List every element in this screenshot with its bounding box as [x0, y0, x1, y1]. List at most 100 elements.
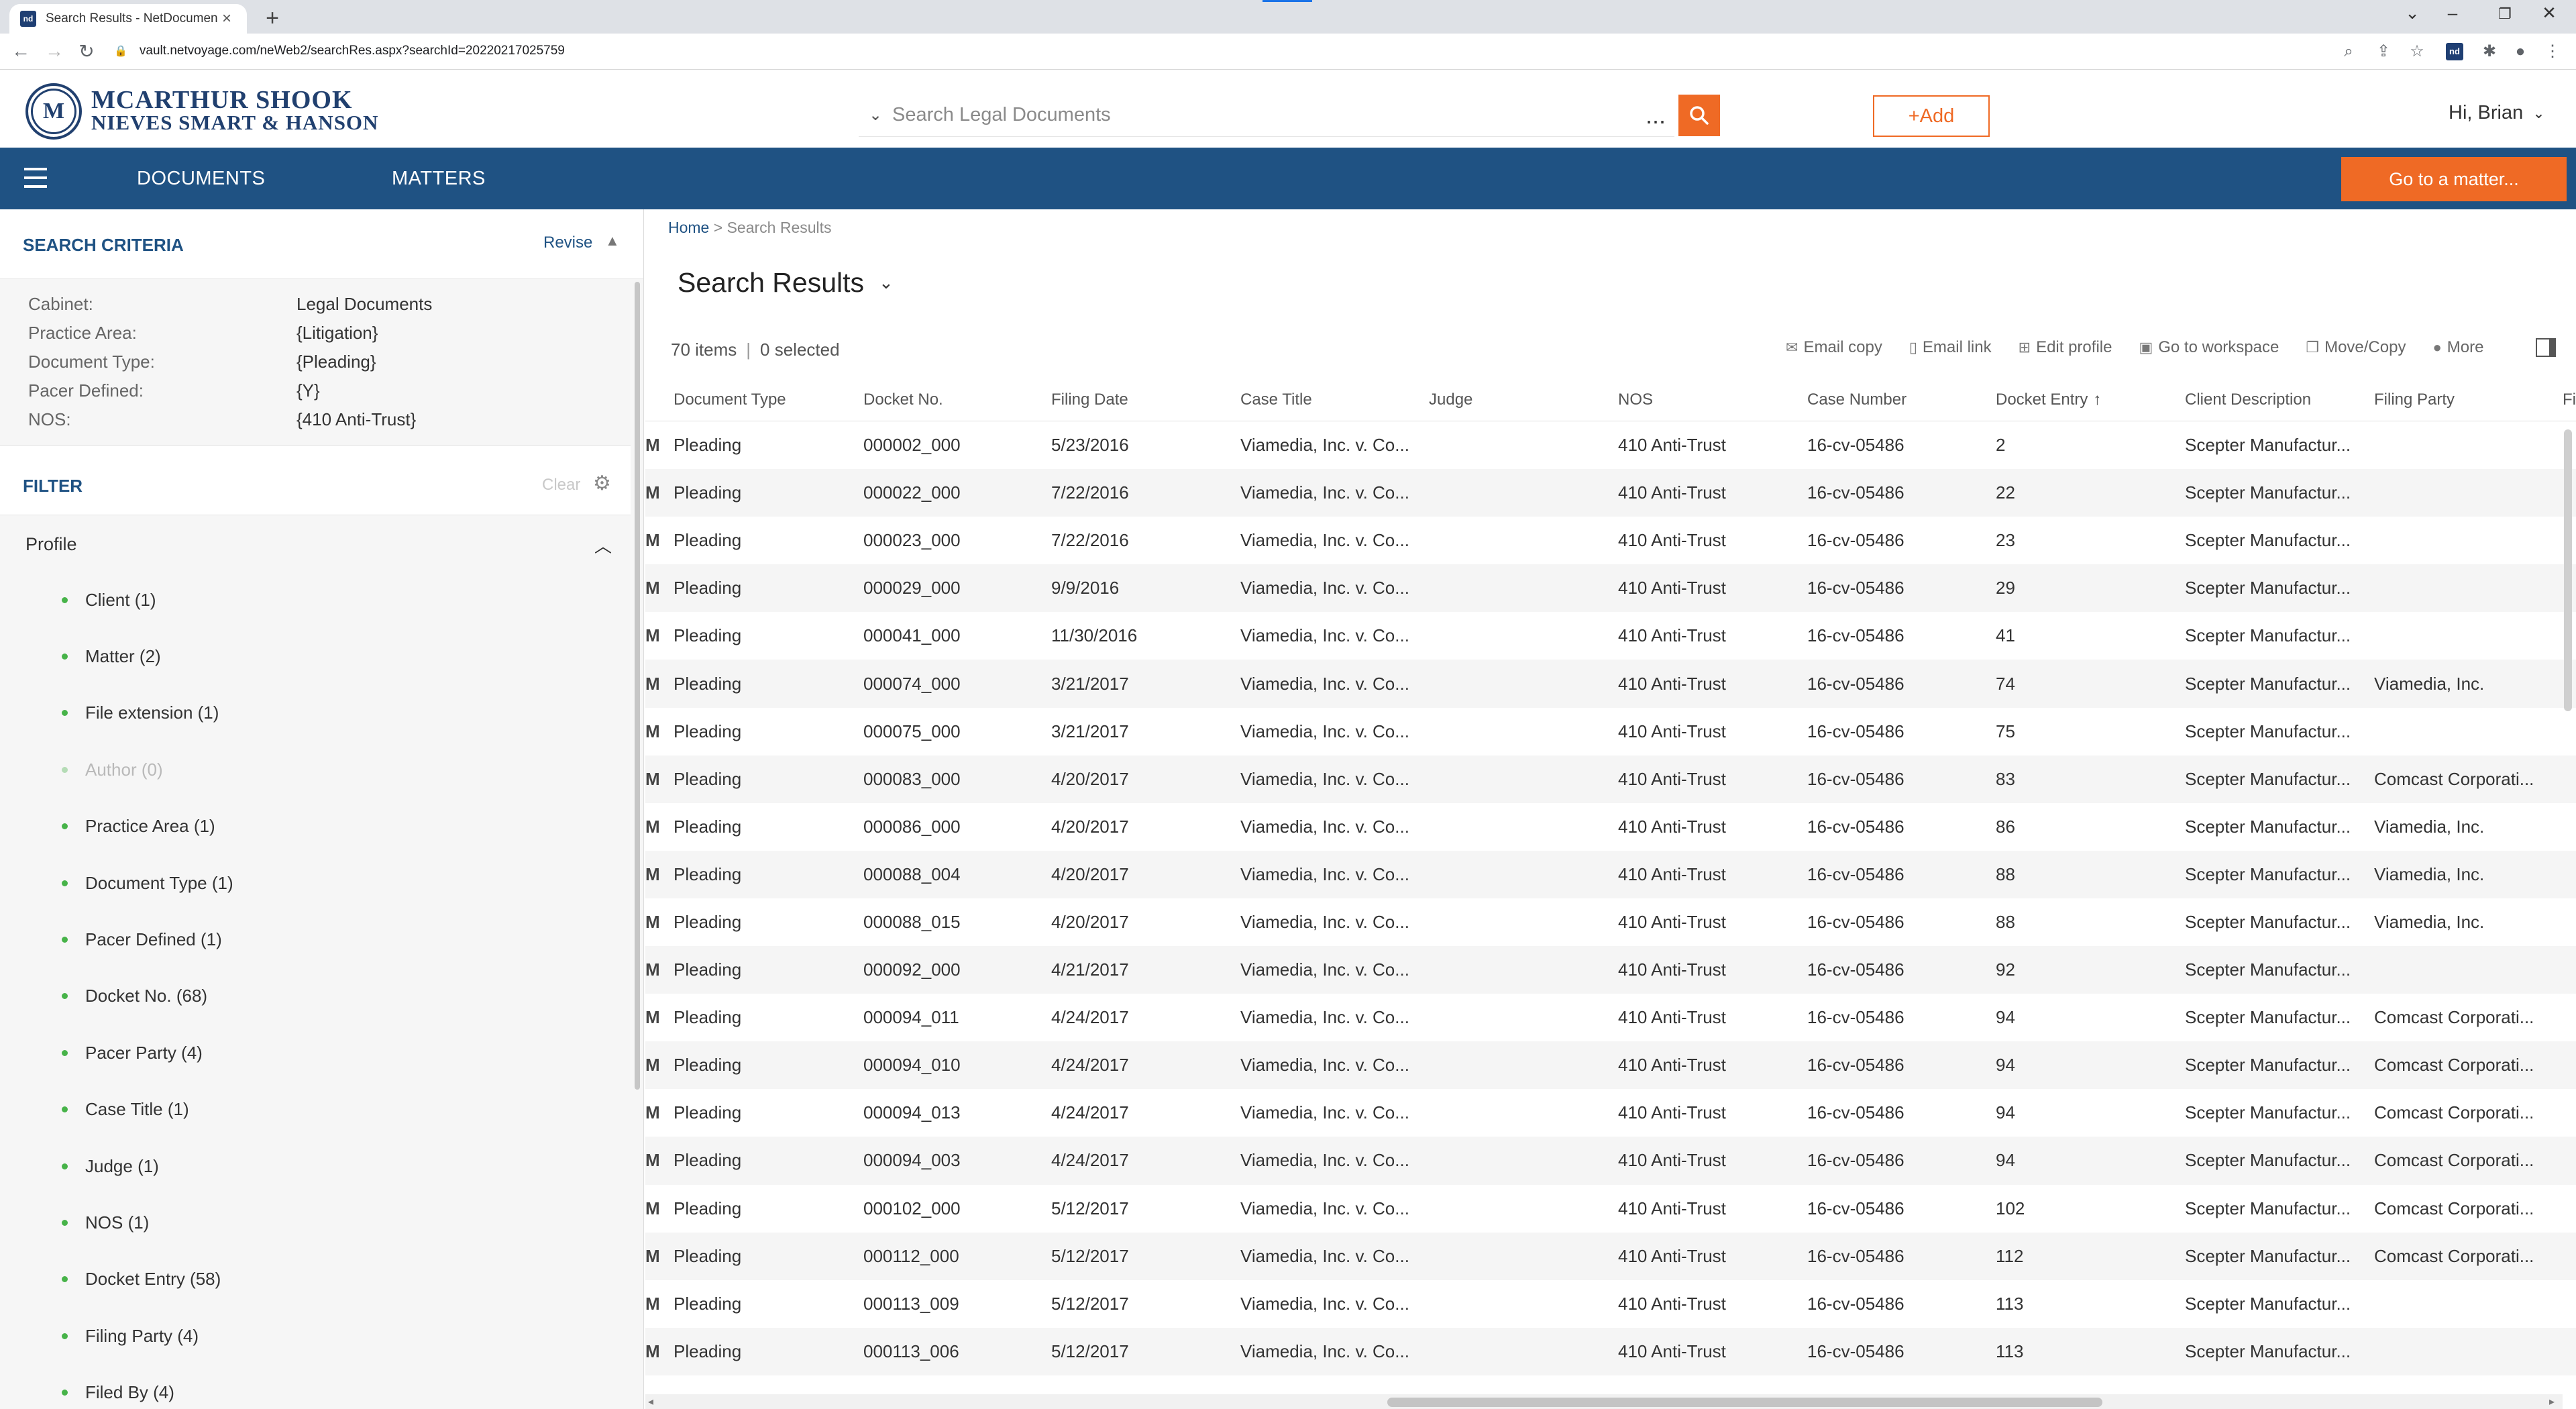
scrollbar-thumb[interactable]: [2564, 429, 2572, 711]
browser-tab[interactable]: nd Search Results - NetDocuments ×: [9, 4, 247, 34]
col-nos[interactable]: NOS: [1618, 390, 1799, 409]
table-row[interactable]: M Pleading 000041_000 11/30/2016 Viamedia, I…: [645, 612, 2576, 660]
cell-case-title: Viamedia, Inc. v. Co...: [1240, 673, 1409, 694]
scrollbar-thumb[interactable]: [1387, 1398, 2102, 1407]
extensions-puzzle-icon[interactable]: ✱: [2479, 42, 2500, 62]
scroll-right-icon[interactable]: ▸: [2549, 1395, 2555, 1408]
facet-docket-no[interactable]: Docket No. (68): [0, 968, 631, 1025]
facet-filing-party[interactable]: Filing Party (4): [0, 1308, 631, 1364]
url-field[interactable]: 🔒 vault.netvoyage.com/neWeb2/searchRes.a…: [114, 38, 2368, 64]
firm-logo[interactable]: M MCARTHUR SHOOK NIEVES SMART & HANSON: [25, 83, 378, 140]
col-judge[interactable]: Judge: [1429, 390, 1610, 409]
table-row[interactable]: M Pleading 000088_015 4/20/2017 Viamedia, In…: [645, 898, 2576, 946]
move-copy-button[interactable]: ❐ Move/Copy: [2306, 338, 2406, 357]
table-row[interactable]: M Pleading 000002_000 5/23/2016 Viamedia, In…: [645, 421, 2576, 469]
col-filing-date[interactable]: Filing Date: [1051, 390, 1232, 409]
filter-header: FILTER Clear ⚙: [0, 446, 631, 515]
email-link-button[interactable]: ▯ Email link: [1909, 338, 1992, 357]
go-to-workspace-button[interactable]: ▣ Go to workspace: [2139, 338, 2279, 357]
table-row[interactable]: M Pleading 000094_013 4/24/2017 Viamedia, In…: [645, 1089, 2576, 1137]
page-title[interactable]: Search Results ⌄: [678, 267, 894, 299]
table-row[interactable]: M Pleading 000029_000 9/9/2016 Viamedia, Inc…: [645, 564, 2576, 613]
col-docket-entry[interactable]: Docket Entry ↑: [1996, 390, 2177, 409]
back-icon[interactable]: ←: [9, 40, 32, 62]
tab-close-icon[interactable]: ×: [217, 9, 236, 28]
share-icon[interactable]: ⇪: [2373, 42, 2394, 62]
table-row[interactable]: M Pleading 000086_000 4/20/2017 Viamedia, In…: [645, 803, 2576, 851]
facet-client[interactable]: Client (1): [0, 572, 631, 628]
facet-nos[interactable]: NOS (1): [0, 1194, 631, 1251]
col-client-description[interactable]: Client Description: [2185, 390, 2365, 409]
scroll-left-icon[interactable]: ◂: [648, 1395, 653, 1408]
nav-matters[interactable]: MATTERS: [392, 168, 486, 190]
left-panel-scrollbar[interactable]: [633, 279, 641, 1299]
table-row[interactable]: M Pleading 000094_003 4/24/2017 Viamedia, In…: [645, 1137, 2576, 1185]
col-docket-no[interactable]: Docket No.: [863, 390, 1044, 409]
go-to-matter-button[interactable]: Go to a matter...: [2341, 157, 2567, 201]
facet-judge[interactable]: Judge (1): [0, 1138, 631, 1194]
gear-icon[interactable]: ⚙: [593, 472, 611, 495]
minimize-icon[interactable]: –: [2432, 3, 2473, 23]
col-case-number[interactable]: Case Number: [1807, 390, 1988, 409]
col-truncated[interactable]: Fi: [2563, 390, 2576, 409]
facet-docket-entry[interactable]: Docket Entry (58): [0, 1251, 631, 1308]
facet-filed-by[interactable]: Filed By (4): [0, 1364, 631, 1409]
table-row[interactable]: M Pleading 000094_010 4/24/2017 Viamedia, In…: [645, 1041, 2576, 1090]
collapse-criteria-icon[interactable]: ▲: [605, 232, 620, 250]
search-scope-chevron-icon[interactable]: ⌄: [859, 105, 892, 125]
filter-clear-button[interactable]: Clear: [542, 476, 580, 494]
breadcrumb-home[interactable]: Home: [668, 219, 709, 236]
reload-icon[interactable]: ↻: [75, 40, 98, 62]
table-horizontal-scrollbar[interactable]: ◂ ▸: [645, 1394, 2563, 1409]
facet-pacer-defined[interactable]: Pacer Defined (1): [0, 911, 631, 968]
new-tab-button[interactable]: +: [260, 5, 284, 32]
table-row[interactable]: M Pleading 000094_011 4/24/2017 Viamedia, In…: [645, 994, 2576, 1041]
profile-group-header[interactable]: Profile ︿: [0, 515, 631, 572]
profile-icon[interactable]: ●: [2510, 42, 2530, 62]
bookmark-star-icon[interactable]: ☆: [2407, 42, 2427, 62]
table-row[interactable]: M Pleading 000113_006 5/12/2017 Viamedia, In…: [645, 1327, 2576, 1375]
table-row[interactable]: M Pleading 000023_000 7/22/2016 Viamedia, In…: [645, 517, 2576, 564]
zoom-icon[interactable]: ⌕: [2339, 42, 2359, 62]
email-copy-button[interactable]: ✉ Email copy: [1786, 338, 1882, 357]
side-panel-toggle-icon[interactable]: [2536, 338, 2556, 357]
search-options-button[interactable]: ...: [1637, 103, 1674, 127]
facet-document-type[interactable]: Document Type (1): [0, 855, 631, 911]
search-button[interactable]: [1678, 95, 1720, 136]
browser-menu-icon[interactable]: ⋮: [2542, 42, 2563, 62]
revise-link[interactable]: Revise: [543, 233, 592, 252]
col-document-type[interactable]: Document Type: [674, 390, 855, 409]
user-menu[interactable]: Hi, Brian ⌄: [2449, 102, 2545, 124]
netdocuments-extension-icon[interactable]: nd: [2446, 43, 2463, 60]
add-button[interactable]: +Add: [1873, 95, 1990, 137]
more-button[interactable]: ● More: [2432, 338, 2483, 357]
table-row[interactable]: M Pleading 000112_000 5/12/2017 Viamedia, In…: [645, 1232, 2576, 1280]
facet-pacer-party[interactable]: Pacer Party (4): [0, 1025, 631, 1081]
cell-document-type: Pleading: [674, 1341, 742, 1361]
restore-icon[interactable]: ❐: [2485, 5, 2525, 23]
close-window-icon[interactable]: ✕: [2529, 3, 2569, 23]
table-row[interactable]: M Pleading 000113_009 5/12/2017 Viamedia, In…: [645, 1280, 2576, 1328]
cell-filing-date: 4/20/2017: [1051, 911, 1129, 932]
col-filing-party[interactable]: Filing Party: [2374, 390, 2551, 409]
table-vertical-scrollbar[interactable]: [2563, 429, 2573, 1396]
facet-practice-area[interactable]: Practice Area (1): [0, 798, 631, 855]
facet-file-extension[interactable]: File extension (1): [0, 685, 631, 741]
forward-icon[interactable]: →: [43, 40, 66, 62]
col-case-title[interactable]: Case Title: [1240, 390, 1416, 409]
table-row[interactable]: M Pleading 000088_004 4/20/2017 Viamedia, In…: [645, 850, 2576, 898]
nav-documents[interactable]: DOCUMENTS: [137, 168, 265, 190]
scrollbar-thumb[interactable]: [635, 282, 640, 1090]
facet-case-title[interactable]: Case Title (1): [0, 1082, 631, 1138]
table-row[interactable]: M Pleading 000074_000 3/21/2017 Viamedia, In…: [645, 660, 2576, 708]
table-row[interactable]: M Pleading 000075_000 3/21/2017 Viamedia, In…: [645, 708, 2576, 755]
tab-search-icon[interactable]: ⌄: [2392, 3, 2432, 23]
search-input[interactable]: [892, 104, 1637, 126]
table-row[interactable]: M Pleading 000102_000 5/12/2017 Viamedia, In…: [645, 1185, 2576, 1233]
table-row[interactable]: M Pleading 000092_000 4/21/2017 Viamedia, In…: [645, 946, 2576, 994]
table-row[interactable]: M Pleading 000022_000 7/22/2016 Viamedia, In…: [645, 469, 2576, 517]
edit-profile-button[interactable]: ⊞ Edit profile: [2019, 338, 2112, 357]
facet-matter[interactable]: Matter (2): [0, 628, 631, 684]
table-row[interactable]: M Pleading 000083_000 4/20/2017 Viamedia, In…: [645, 755, 2576, 803]
hamburger-icon[interactable]: [24, 168, 47, 188]
